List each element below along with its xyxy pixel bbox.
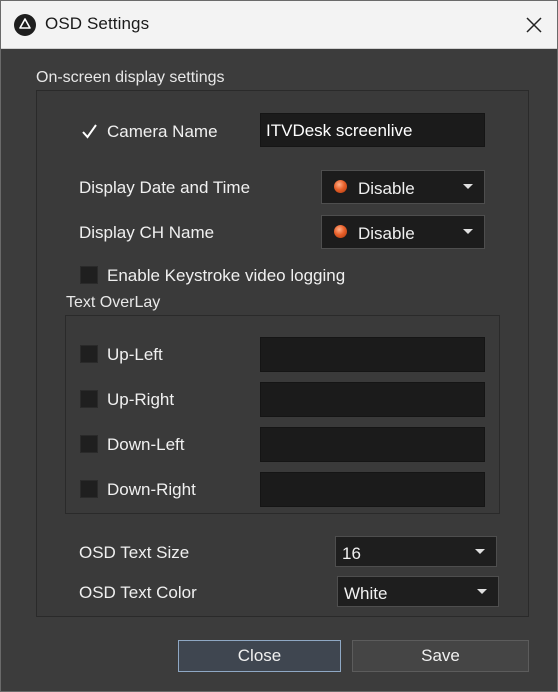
text-color-dropdown[interactable]: White (337, 576, 499, 607)
status-dot-icon (334, 180, 347, 193)
app-logo (14, 14, 36, 36)
up-right-input[interactable] (260, 382, 485, 417)
down-right-checkbox[interactable] (80, 480, 98, 498)
title-bar: OSD Settings (1, 1, 557, 49)
group-title: On-screen display settings (36, 69, 225, 86)
down-left-checkbox[interactable] (80, 435, 98, 453)
camera-name-checkbox[interactable] (80, 122, 98, 140)
camera-name-input[interactable]: ITVDesk screenlive (260, 113, 485, 147)
window-title: OSD Settings (45, 14, 150, 33)
date-time-dropdown[interactable]: Disable (321, 170, 485, 204)
down-right-input[interactable] (260, 472, 485, 507)
date-time-label: Display Date and Time (79, 178, 251, 197)
camera-name-label: Camera Name (107, 122, 218, 141)
down-left-input[interactable] (260, 427, 485, 462)
text-size-value: 16 (342, 544, 361, 563)
up-right-label: Up-Right (107, 390, 175, 409)
save-button[interactable]: Save (352, 640, 529, 672)
close-button[interactable]: Close (178, 640, 341, 672)
keystroke-checkbox[interactable] (80, 266, 98, 284)
keystroke-label: Enable Keystroke video logging (107, 266, 346, 285)
camera-name-value: ITVDesk screenlive (266, 121, 413, 140)
chevron-down-icon (463, 229, 473, 234)
down-right-label: Down-Right (107, 480, 196, 499)
chevron-down-icon (475, 549, 485, 554)
text-color-value: White (344, 584, 388, 603)
text-size-label: OSD Text Size (79, 543, 190, 562)
chevron-down-icon (477, 589, 487, 594)
ch-name-value: Disable (358, 224, 415, 243)
status-dot-icon (334, 225, 347, 238)
ch-name-label: Display CH Name (79, 223, 215, 242)
chevron-down-icon (463, 184, 473, 189)
osd-settings-dialog: OSD Settings On-screen display settings … (0, 0, 558, 692)
up-left-input[interactable] (260, 337, 485, 372)
up-left-checkbox[interactable] (80, 345, 98, 363)
up-right-checkbox[interactable] (80, 390, 98, 408)
overlay-group-title: Text OverLay (66, 294, 161, 311)
ch-name-dropdown[interactable]: Disable (321, 215, 485, 249)
close-window-icon[interactable] (519, 11, 549, 39)
down-left-label: Down-Left (107, 435, 185, 454)
text-color-label: OSD Text Color (79, 583, 197, 602)
text-size-dropdown[interactable]: 16 (335, 536, 497, 567)
up-left-label: Up-Left (107, 345, 163, 364)
date-time-value: Disable (358, 179, 415, 198)
